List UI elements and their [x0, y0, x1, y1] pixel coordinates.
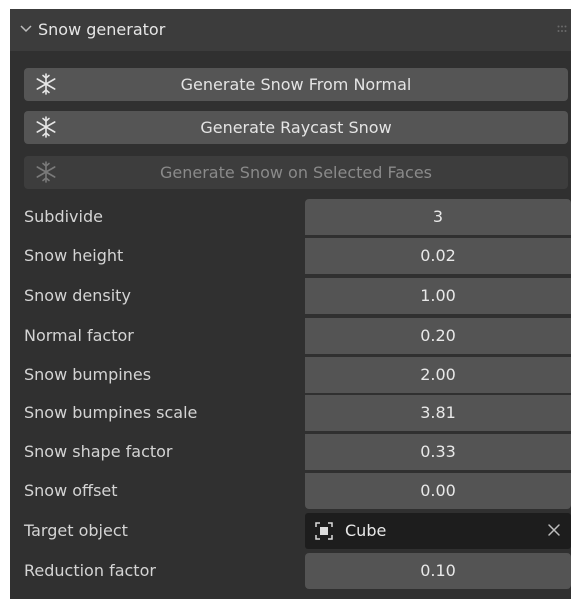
button-label: Generate Snow on Selected Faces	[159, 163, 433, 182]
snow-density-label: Snow density	[24, 286, 131, 305]
subdivide-row: Subdivide 3	[10, 198, 571, 236]
normal-factor-field[interactable]: 0.20	[305, 318, 571, 354]
snow-offset-field[interactable]: 0.00	[305, 473, 571, 509]
reduction-factor-row: Reduction factor 0.10	[10, 552, 571, 590]
close-icon[interactable]	[545, 521, 563, 539]
chevron-down-icon[interactable]	[20, 23, 32, 35]
subdivide-label: Subdivide	[24, 207, 103, 226]
panel-title: Snow generator	[38, 20, 166, 39]
snow-bumpines-scale-row: Snow bumpines scale 3.81	[10, 394, 571, 432]
snow-bumpines-field[interactable]: 2.00	[305, 357, 571, 393]
snow-height-label: Snow height	[24, 246, 124, 265]
object-icon	[315, 522, 333, 540]
panel-header[interactable]: Snow generator	[10, 9, 571, 51]
target-object-value: Cube	[345, 521, 387, 540]
snow-density-field[interactable]: 1.00	[305, 278, 571, 314]
button-label: Generate Snow From Normal	[180, 75, 412, 94]
snow-height-value: 0.02	[420, 246, 456, 265]
snow-density-row: Snow density 1.00	[10, 277, 571, 315]
subdivide-field[interactable]: 3	[305, 199, 571, 235]
reduction-factor-label: Reduction factor	[24, 561, 156, 580]
snow-bumpines-row: Snow bumpines 2.00	[10, 356, 571, 394]
snow-shape-factor-field[interactable]: 0.33	[305, 434, 571, 470]
target-object-label: Target object	[24, 521, 128, 540]
drag-handle-icon[interactable]	[557, 25, 567, 33]
snow-generator-panel: Snow generator Generate Snow From Normal	[10, 9, 571, 599]
target-object-row: Target object Cube	[10, 512, 571, 550]
snow-shape-factor-label: Snow shape factor	[24, 442, 173, 461]
reduction-factor-field[interactable]: 0.10	[305, 553, 571, 589]
reduction-factor-value: 0.10	[420, 561, 456, 580]
normal-factor-label: Normal factor	[24, 326, 134, 345]
snow-offset-value: 0.00	[420, 481, 456, 500]
generate-raycast-snow-button[interactable]: Generate Raycast Snow	[24, 111, 568, 144]
target-object-field[interactable]: Cube	[305, 513, 571, 549]
snow-height-row: Snow height 0.02	[10, 237, 571, 275]
snow-bumpines-scale-label: Snow bumpines scale	[24, 403, 198, 422]
snow-bumpines-scale-value: 3.81	[420, 403, 456, 422]
snow-bumpines-value: 2.00	[420, 365, 456, 384]
snow-offset-label: Snow offset	[24, 481, 118, 500]
button-label: Generate Raycast Snow	[200, 118, 392, 137]
snow-offset-row: Snow offset 0.00	[10, 472, 571, 510]
snow-bumpines-label: Snow bumpines	[24, 365, 152, 384]
snow-bumpines-scale-field[interactable]: 3.81	[305, 395, 571, 431]
snow-shape-factor-value: 0.33	[420, 442, 456, 461]
generate-snow-from-normal-button[interactable]: Generate Snow From Normal	[24, 68, 568, 101]
normal-factor-value: 0.20	[420, 326, 456, 345]
subdivide-value: 3	[432, 207, 444, 226]
snow-density-value: 1.00	[420, 286, 456, 305]
normal-factor-row: Normal factor 0.20	[10, 317, 571, 355]
snow-height-field[interactable]: 0.02	[305, 238, 571, 274]
snow-shape-factor-row: Snow shape factor 0.33	[10, 433, 571, 471]
generate-snow-on-selected-faces-button[interactable]: Generate Snow on Selected Faces	[24, 156, 568, 189]
